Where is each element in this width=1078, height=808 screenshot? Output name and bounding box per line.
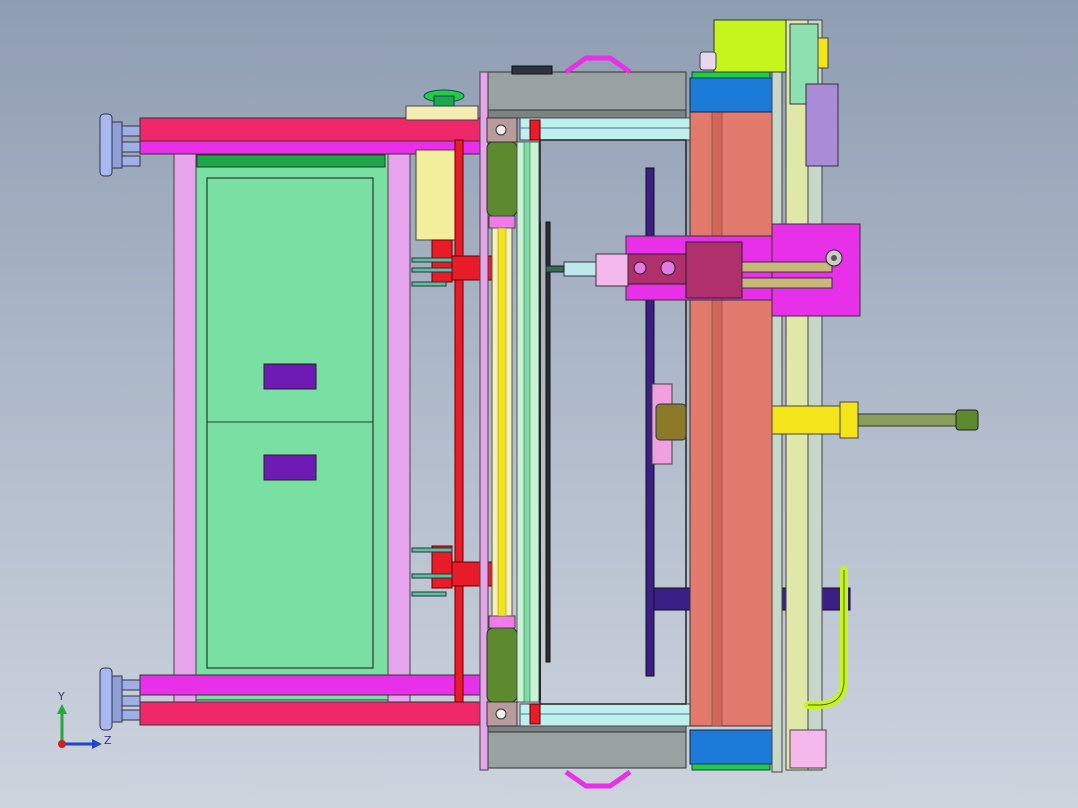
carriage-cylinder-body <box>595 253 629 287</box>
handle-top <box>564 55 632 75</box>
red-rod <box>454 139 464 703</box>
panel-inner <box>206 177 374 669</box>
motor-plate <box>405 105 479 121</box>
hub-olive <box>655 403 687 441</box>
roller-top <box>486 141 518 217</box>
guide-rail-top <box>519 117 693 141</box>
yellow-clip-top <box>817 37 829 69</box>
panel-tab-lower <box>263 454 317 481</box>
panel-top-strip <box>196 154 386 168</box>
mount-bolt-top <box>495 124 507 136</box>
leveling-foot-bottom <box>99 667 141 731</box>
guide-rail-bottom <box>519 703 693 727</box>
right-rail-2 <box>785 19 809 771</box>
left-frame-post-right <box>387 139 411 703</box>
roller-side-rail-inner <box>523 141 531 703</box>
lime-motor <box>713 19 787 73</box>
roller-yellow-strip <box>497 227 507 617</box>
gray-housing-top <box>487 71 687 115</box>
machine-assembly-drawing: Y Z <box>57 19 979 789</box>
triad-z-label: Z <box>104 734 112 747</box>
mount-bolt-bottom <box>495 708 507 720</box>
pink-block-bottom <box>789 729 827 769</box>
salmon-main-plate <box>689 111 773 727</box>
rail-clamp-top <box>529 119 541 141</box>
navy-disc-left-edge <box>545 221 551 663</box>
carriage-rod-head <box>545 265 565 273</box>
gray-housing-bottom-band <box>487 725 687 733</box>
gear-shaft <box>433 95 455 107</box>
housing-knob-top <box>511 65 553 75</box>
bottom-rail-pink <box>139 701 489 726</box>
handle-bottom <box>564 769 632 789</box>
panel-tab-upper <box>263 363 317 390</box>
roller-shaft-lower-collar <box>488 615 516 629</box>
roller-shaft-upper-collar <box>488 215 516 229</box>
lime-motor-cap <box>699 51 717 71</box>
yellow-cylinder <box>771 401 979 439</box>
green-tab-top <box>691 71 771 79</box>
lilac-block-top <box>805 83 839 167</box>
cad-viewport[interactable]: Y Z <box>0 0 1078 808</box>
rail-clamp-bottom <box>529 703 541 725</box>
carriage-rod <box>563 261 599 277</box>
green-tab-bottom <box>691 763 771 771</box>
left-frame-post-left <box>173 139 197 703</box>
salmon-edge-strip <box>711 111 723 727</box>
bottom-rail-magenta <box>139 674 481 696</box>
leveling-foot-top <box>99 113 141 177</box>
top-rail-pink <box>139 117 489 142</box>
motor-box <box>415 149 457 241</box>
triad-y-label: Y <box>57 690 65 703</box>
gray-housing-top-band <box>487 109 687 119</box>
blue-block-top <box>689 77 773 113</box>
roller-bottom <box>486 627 518 703</box>
blue-block-bottom <box>689 729 773 765</box>
